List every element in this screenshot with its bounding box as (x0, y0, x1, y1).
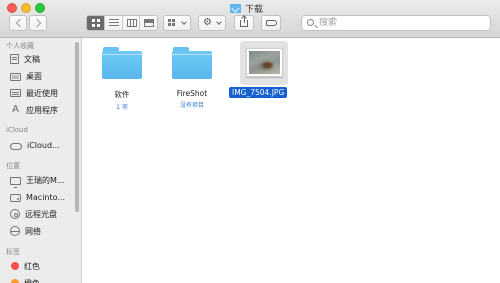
search-input[interactable] (319, 17, 484, 29)
gallery-view-button[interactable] (140, 16, 157, 30)
toolbar: 下载 ⚙ (0, 0, 500, 38)
gear-icon: ⚙ (203, 17, 212, 28)
disc-icon (10, 209, 20, 219)
document-icon (10, 54, 19, 64)
desktop-icon (10, 72, 21, 81)
sidebar-header-icloud: iCloud (6, 126, 28, 134)
sidebar-header-favorites: 个人收藏 (6, 42, 34, 50)
column-view-icon (126, 19, 137, 27)
group-by-button[interactable] (163, 15, 191, 31)
file-item-count: 没有项目 (179, 102, 204, 109)
sidebar-item-applications[interactable]: A 应用程序 (10, 103, 58, 117)
sidebar-item-label: 文稿 (24, 54, 40, 64)
grid-view-icon (92, 19, 100, 27)
computer-icon (10, 176, 21, 188)
sidebar-item-documents[interactable]: 文稿 (10, 52, 40, 66)
file-item-image-selected[interactable] (240, 41, 288, 85)
arrange-icon (168, 19, 178, 27)
sidebar-item-tag-red[interactable]: 红色 (10, 259, 40, 273)
sidebar-item-recents[interactable]: 最近使用 (10, 86, 58, 100)
sidebar-item-label: 网络 (25, 226, 41, 236)
sidebar-item-label: 最近使用 (26, 88, 58, 98)
sidebar-item-computer[interactable]: 王瑞的M... (10, 173, 65, 188)
search-icon (307, 19, 314, 26)
icloud-icon (10, 142, 22, 150)
sidebar-item-label: 王瑞的M... (26, 175, 65, 185)
orange-tag-icon (11, 279, 19, 283)
sidebar-item-label: iCloud... (27, 140, 60, 150)
chevron-down-icon (181, 19, 187, 25)
sidebar-header-tags: 标签 (6, 248, 20, 256)
sidebar-item-icloud-drive[interactable]: iCloud... (10, 138, 60, 152)
file-browser: 软件 1 项 FireShot 没有项目 IMG_7504.JPG (83, 38, 500, 283)
minimize-window-button[interactable] (21, 3, 31, 13)
sidebar-item-remote-disc[interactable]: 远程光盘 (10, 207, 57, 221)
image-thumbnail (246, 48, 283, 77)
recents-icon (10, 89, 21, 97)
folder-icon (172, 47, 212, 79)
photo-preview (249, 51, 280, 74)
red-tag-icon (11, 262, 19, 270)
sidebar-item-desktop[interactable]: 桌面 (10, 69, 42, 83)
search-field[interactable] (301, 15, 491, 31)
column-view-button[interactable] (123, 16, 141, 30)
file-item-folder[interactable]: FireShot 没有项目 (147, 47, 237, 109)
finder-window: 下载 ⚙ 个人收藏 文稿 (0, 0, 500, 283)
file-name: FireShot (176, 89, 208, 98)
network-icon (10, 226, 20, 236)
close-window-button[interactable] (7, 3, 17, 13)
sidebar-item-label: 远程光盘 (25, 209, 57, 219)
back-button[interactable] (9, 15, 27, 31)
share-button[interactable] (234, 15, 254, 31)
chevron-left-icon (15, 18, 25, 28)
sidebar: 个人收藏 文稿 桌面 最近使用 A 应用程序 iCloud iCloud... … (0, 38, 82, 283)
icon-view-button[interactable] (87, 16, 105, 30)
tags-button[interactable] (261, 15, 281, 31)
share-icon (240, 16, 248, 27)
zoom-window-button[interactable] (35, 3, 45, 13)
list-view-button[interactable] (105, 16, 123, 30)
chevron-right-icon (32, 18, 42, 28)
downloads-folder-icon (230, 3, 241, 13)
selected-file-name[interactable]: IMG_7504.JPG (229, 87, 288, 98)
forward-button[interactable] (29, 15, 47, 31)
gallery-view-icon (144, 19, 155, 27)
sidebar-item-network[interactable]: 网络 (10, 224, 41, 238)
window-title-text: 下载 (245, 4, 264, 15)
applications-icon: A (12, 104, 19, 115)
sidebar-item-label: 橙色 (24, 278, 40, 283)
sidebar-item-tag-orange[interactable]: 橙色 (10, 276, 40, 283)
sidebar-item-macintosh-hd[interactable]: Macinto... (10, 190, 65, 204)
harddrive-icon (10, 193, 21, 202)
tag-icon (266, 20, 277, 26)
chevron-down-icon (216, 19, 222, 25)
list-view-icon (108, 19, 119, 27)
sidebar-item-label: 应用程序 (26, 105, 58, 115)
sidebar-header-locations: 位置 (6, 162, 20, 170)
folder-icon (102, 47, 142, 79)
action-menu-button[interactable]: ⚙ (198, 15, 226, 31)
sidebar-item-label: 红色 (24, 261, 40, 271)
sidebar-item-label: Macinto... (26, 192, 66, 202)
view-mode-group (86, 15, 158, 31)
window-title: 下载 (230, 1, 263, 15)
sidebar-item-label: 桌面 (26, 71, 42, 81)
